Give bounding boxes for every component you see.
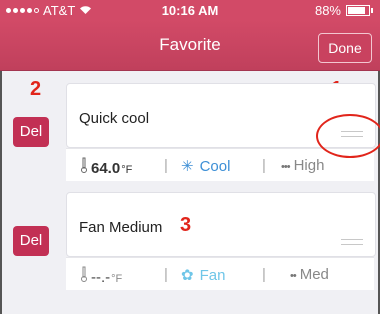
- temperature-unit: °F: [111, 273, 123, 285]
- done-button[interactable]: Done: [318, 33, 372, 63]
- battery-percent: 88%: [314, 3, 341, 18]
- thermometer-icon: [81, 266, 87, 282]
- temperature-setting: --.- °F: [80, 266, 122, 286]
- fan-speed-setting: ••• High: [281, 157, 324, 174]
- status-bar: AT&T 10:16 AM 88%: [0, 0, 380, 20]
- fan-icon: ✿: [181, 267, 194, 284]
- divider: |: [262, 266, 266, 283]
- favorite-details: --.- °F | ✿ Fan | •• Med: [66, 257, 374, 290]
- delete-button[interactable]: Del: [13, 117, 49, 147]
- annotation-3: 3: [180, 214, 192, 236]
- battery-icon: [346, 5, 373, 16]
- mode-label: Fan: [199, 267, 226, 284]
- battery-status: 88%: [314, 3, 373, 18]
- reorder-handle-icon[interactable]: [341, 239, 363, 249]
- navigation-bar: Favorite Done: [0, 20, 380, 71]
- divider: |: [164, 266, 168, 283]
- app-screen: AT&T 10:16 AM 88% Favorite Done 2 1 Del …: [0, 0, 380, 314]
- fan-speed-medium-icon: ••: [290, 270, 297, 282]
- fan-speed-label: High: [293, 157, 325, 174]
- snowflake-icon: ✳: [181, 158, 194, 175]
- temperature-value: --.-: [91, 269, 111, 286]
- mode-setting: ✿ Fan: [181, 266, 225, 284]
- fan-speed-setting: •• Med: [290, 266, 329, 283]
- divider: |: [164, 157, 168, 174]
- favorite-name: Fan Medium: [79, 219, 163, 236]
- thermometer-icon: [81, 157, 87, 173]
- highlight-circle-annotation: [316, 114, 380, 158]
- temperature-unit: °F: [121, 164, 133, 176]
- temperature-setting: 64.0 °F: [80, 157, 132, 177]
- divider: |: [262, 157, 266, 174]
- delete-button[interactable]: Del: [13, 226, 49, 256]
- fan-speed-label: Med: [299, 266, 329, 283]
- fan-speed-high-icon: •••: [281, 161, 291, 173]
- temperature-value: 64.0: [91, 160, 121, 177]
- left-edge: [0, 71, 2, 314]
- annotation-2: 2: [30, 78, 42, 100]
- favorite-item[interactable]: Fan Medium: [66, 192, 376, 257]
- mode-label: Cool: [199, 158, 231, 175]
- mode-setting: ✳ Cool: [181, 157, 230, 175]
- favorite-name: Quick cool: [79, 110, 150, 127]
